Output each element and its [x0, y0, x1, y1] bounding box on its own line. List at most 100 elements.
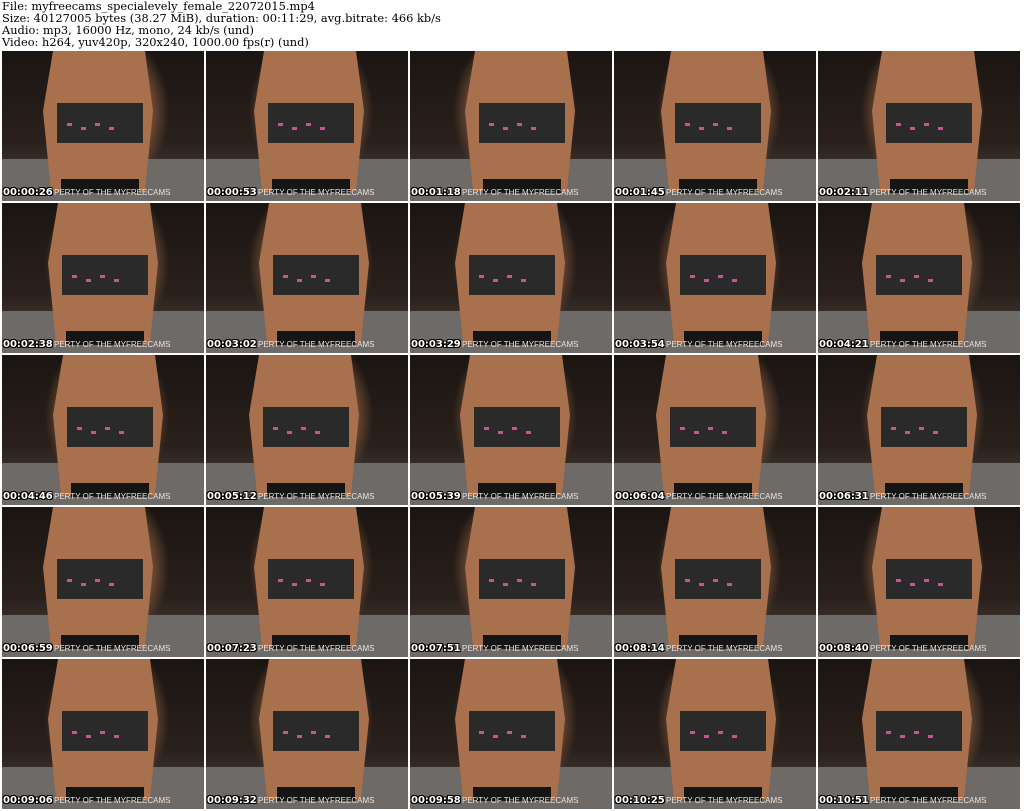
video-info-line: Video: h264, yuv420p, 320x240, 1000.00 f…	[2, 35, 309, 49]
frame-image	[614, 355, 816, 505]
video-thumbnail: PERTY OF THE MYFREECAMS 00:02:11	[818, 51, 1020, 201]
video-thumbnail: PERTY OF THE MYFREECAMS 00:05:39	[410, 355, 612, 505]
timestamp-label: 00:07:23	[207, 643, 257, 654]
video-thumbnail: PERTY OF THE MYFREECAMS 00:03:29	[410, 203, 612, 353]
frame-image	[206, 203, 408, 353]
watermark-text: PERTY OF THE MYFREECAMS	[870, 188, 987, 197]
watermark-text: PERTY OF THE MYFREECAMS	[258, 492, 375, 501]
timestamp-label: 00:00:53	[207, 187, 257, 198]
timestamp-label: 00:09:58	[411, 795, 461, 806]
video-thumbnail: PERTY OF THE MYFREECAMS 00:03:02	[206, 203, 408, 353]
frame-image	[614, 203, 816, 353]
watermark-text: PERTY OF THE MYFREECAMS	[666, 796, 783, 805]
timestamp-label: 00:10:51	[819, 795, 869, 806]
timestamp-label: 00:01:18	[411, 187, 461, 198]
watermark-text: PERTY OF THE MYFREECAMS	[462, 188, 579, 197]
frame-image	[2, 203, 204, 353]
video-thumbnail: PERTY OF THE MYFREECAMS 00:06:59	[2, 507, 204, 657]
timestamp-label: 00:10:25	[615, 795, 665, 806]
timestamp-label: 00:05:39	[411, 491, 461, 502]
watermark-text: PERTY OF THE MYFREECAMS	[462, 492, 579, 501]
frame-image	[614, 659, 816, 809]
timestamp-label: 00:02:38	[3, 339, 53, 350]
thumbnail-grid: PERTY OF THE MYFREECAMS 00:00:26 PERTY OF …	[2, 51, 1022, 811]
timestamp-label: 00:00:26	[3, 187, 53, 198]
video-thumbnail: PERTY OF THE MYFREECAMS 00:07:23	[206, 507, 408, 657]
frame-image	[2, 355, 204, 505]
frame-image	[410, 51, 612, 201]
watermark-text: PERTY OF THE MYFREECAMS	[666, 492, 783, 501]
frame-image	[818, 659, 1020, 809]
watermark-text: PERTY OF THE MYFREECAMS	[462, 796, 579, 805]
timestamp-label: 00:09:32	[207, 795, 257, 806]
frame-image	[2, 507, 204, 657]
watermark-text: PERTY OF THE MYFREECAMS	[54, 340, 171, 349]
timestamp-label: 00:03:02	[207, 339, 257, 350]
watermark-text: PERTY OF THE MYFREECAMS	[54, 188, 171, 197]
timestamp-label: 00:04:46	[3, 491, 53, 502]
timestamp-label: 00:03:54	[615, 339, 665, 350]
video-thumbnail: PERTY OF THE MYFREECAMS 00:04:46	[2, 355, 204, 505]
watermark-text: PERTY OF THE MYFREECAMS	[54, 492, 171, 501]
timestamp-label: 00:09:06	[3, 795, 53, 806]
video-thumbnail: PERTY OF THE MYFREECAMS 00:07:51	[410, 507, 612, 657]
watermark-text: PERTY OF THE MYFREECAMS	[666, 644, 783, 653]
video-thumbnail: PERTY OF THE MYFREECAMS 00:01:18	[410, 51, 612, 201]
timestamp-label: 00:02:11	[819, 187, 869, 198]
watermark-text: PERTY OF THE MYFREECAMS	[870, 340, 987, 349]
frame-image	[206, 51, 408, 201]
timestamp-label: 00:01:45	[615, 187, 665, 198]
watermark-text: PERTY OF THE MYFREECAMS	[870, 796, 987, 805]
timestamp-label: 00:06:04	[615, 491, 665, 502]
timestamp-label: 00:04:21	[819, 339, 869, 350]
video-thumbnail: PERTY OF THE MYFREECAMS 00:04:21	[818, 203, 1020, 353]
video-thumbnail: PERTY OF THE MYFREECAMS 00:06:31	[818, 355, 1020, 505]
video-thumbnail: PERTY OF THE MYFREECAMS 00:09:06	[2, 659, 204, 809]
video-thumbnail: PERTY OF THE MYFREECAMS 00:05:12	[206, 355, 408, 505]
video-thumbnail: PERTY OF THE MYFREECAMS 00:00:53	[206, 51, 408, 201]
video-thumbnail: PERTY OF THE MYFREECAMS 00:09:32	[206, 659, 408, 809]
video-thumbnail: PERTY OF THE MYFREECAMS 00:06:04	[614, 355, 816, 505]
video-thumbnail: PERTY OF THE MYFREECAMS 00:01:45	[614, 51, 816, 201]
video-thumbnail: PERTY OF THE MYFREECAMS 00:10:25	[614, 659, 816, 809]
timestamp-label: 00:06:31	[819, 491, 869, 502]
watermark-text: PERTY OF THE MYFREECAMS	[258, 796, 375, 805]
video-thumbnail: PERTY OF THE MYFREECAMS 00:08:40	[818, 507, 1020, 657]
video-thumbnail: PERTY OF THE MYFREECAMS 00:02:38	[2, 203, 204, 353]
timestamp-label: 00:05:12	[207, 491, 257, 502]
frame-image	[206, 659, 408, 809]
frame-image	[2, 659, 204, 809]
frame-image	[410, 355, 612, 505]
timestamp-label: 00:03:29	[411, 339, 461, 350]
frame-image	[614, 51, 816, 201]
timestamp-label: 00:08:40	[819, 643, 869, 654]
video-thumbnail: PERTY OF THE MYFREECAMS 00:09:58	[410, 659, 612, 809]
frame-image	[818, 51, 1020, 201]
watermark-text: PERTY OF THE MYFREECAMS	[258, 340, 375, 349]
watermark-text: PERTY OF THE MYFREECAMS	[258, 644, 375, 653]
timestamp-label: 00:06:59	[3, 643, 53, 654]
frame-image	[818, 203, 1020, 353]
watermark-text: PERTY OF THE MYFREECAMS	[666, 340, 783, 349]
video-thumbnail: PERTY OF THE MYFREECAMS 00:10:51	[818, 659, 1020, 809]
timestamp-label: 00:07:51	[411, 643, 461, 654]
watermark-text: PERTY OF THE MYFREECAMS	[666, 188, 783, 197]
video-thumbnail: PERTY OF THE MYFREECAMS 00:08:14	[614, 507, 816, 657]
frame-image	[818, 355, 1020, 505]
frame-image	[2, 51, 204, 201]
watermark-text: PERTY OF THE MYFREECAMS	[54, 644, 171, 653]
watermark-text: PERTY OF THE MYFREECAMS	[870, 492, 987, 501]
frame-image	[410, 203, 612, 353]
watermark-text: PERTY OF THE MYFREECAMS	[462, 644, 579, 653]
video-thumbnail: PERTY OF THE MYFREECAMS 00:03:54	[614, 203, 816, 353]
watermark-text: PERTY OF THE MYFREECAMS	[462, 340, 579, 349]
frame-image	[614, 507, 816, 657]
watermark-text: PERTY OF THE MYFREECAMS	[258, 188, 375, 197]
watermark-text: PERTY OF THE MYFREECAMS	[870, 644, 987, 653]
watermark-text: PERTY OF THE MYFREECAMS	[54, 796, 171, 805]
frame-image	[206, 507, 408, 657]
frame-image	[410, 659, 612, 809]
timestamp-label: 00:08:14	[615, 643, 665, 654]
frame-image	[818, 507, 1020, 657]
file-info-header: File: myfreecams_specialevely_female_220…	[2, 0, 1022, 50]
